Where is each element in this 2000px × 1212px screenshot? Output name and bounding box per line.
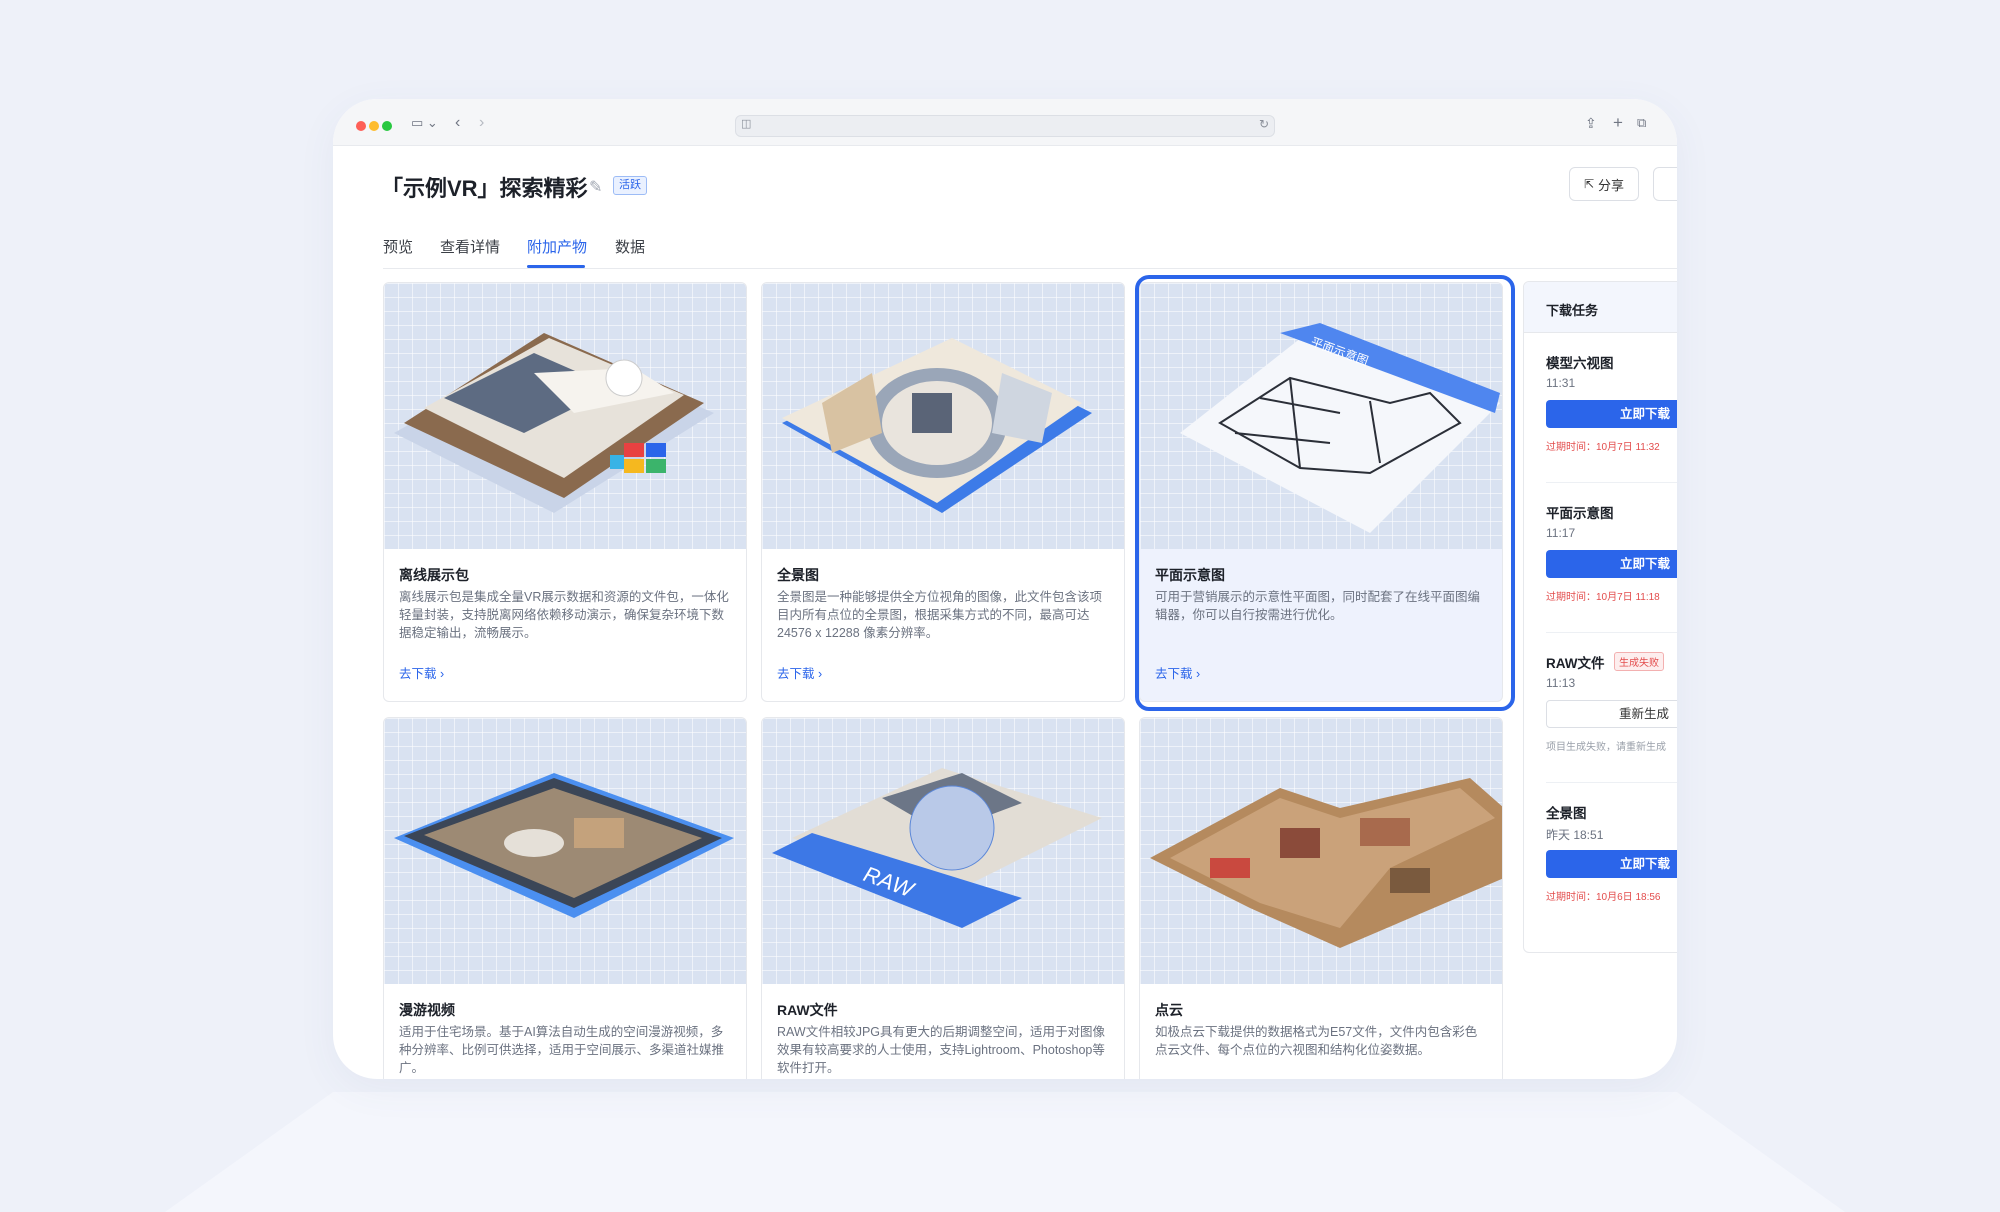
new-tab-icon[interactable]: +: [1613, 113, 1623, 133]
tab-details[interactable]: 查看详情: [440, 236, 500, 257]
minimize-window-dot[interactable]: [369, 121, 379, 131]
regenerate-button[interactable]: 重新生成: [1546, 700, 1677, 728]
point-cloud-thumbnail: [1140, 718, 1502, 984]
card-description: RAW文件相较JPG具有更大的后期调整空间，适用于对图像效果有较高要求的人士使用…: [777, 1025, 1106, 1075]
task-name: RAW文件: [1546, 656, 1605, 671]
task-name: 平面示意图: [1546, 506, 1614, 521]
card-walkthrough-video[interactable]: 漫游视频 适用于住宅场景。基于AI算法自动生成的空间漫游视频，多种分辨率、比例可…: [383, 717, 747, 1079]
close-window-dot[interactable]: [356, 121, 366, 131]
download-link[interactable]: 去下载 ›: [777, 663, 822, 682]
download-link[interactable]: 去下载 ›: [399, 663, 444, 682]
card-raw-file[interactable]: RAW RAW文件 RAW文件相较JPG具有更大的后期调整空间，适用于对图像效果…: [761, 717, 1125, 1079]
card-title: 全景图: [777, 567, 819, 583]
sidebar-toggle-icon[interactable]: ▭ ⌄: [411, 113, 438, 133]
failed-badge: 生成失败: [1614, 652, 1664, 671]
card-description: 如极点云下载提供的数据格式为E57文件，文件内包含彩色点云文件、每个点位的六视图…: [1155, 1025, 1478, 1057]
more-button[interactable]: [1653, 167, 1677, 201]
status-badge: 活跃: [613, 176, 647, 195]
share-button-label: 分享: [1598, 177, 1625, 193]
card-title: 点云: [1155, 1002, 1183, 1018]
page-title: 「示例VR」探索精彩: [381, 176, 588, 201]
offline-package-thumbnail: [384, 283, 746, 549]
card-description: 离线展示包是集成全量VR展示数据和资源的文件包，一体化轻量封装，支持脱离网络依赖…: [399, 590, 729, 640]
task-name: 模型六视图: [1546, 356, 1614, 371]
download-now-button[interactable]: 立即下载: [1546, 850, 1677, 878]
card-offline-package[interactable]: 离线展示包 离线展示包是集成全量VR展示数据和资源的文件包，一体化轻量封装，支持…: [383, 282, 747, 702]
divider: [1546, 632, 1677, 633]
raw-file-thumbnail: RAW: [762, 718, 1124, 984]
card-title: RAW文件: [777, 1002, 838, 1018]
walkthrough-video-thumbnail: [384, 718, 746, 984]
browser-window: ▭ ⌄ ‹ › ◫ ↻ ⇪ + ⧉ 「示例VR」探索精彩 ✎ 活跃 ⇱ 分享 预…: [333, 99, 1677, 1079]
download-tasks-title: 下载任务: [1546, 303, 1599, 318]
task-failure-note: 项目生成失败，请重新生成: [1546, 742, 1666, 753]
task-expiry: 过期时间：10月7日 11:32: [1546, 442, 1660, 453]
card-point-cloud[interactable]: 点云 如极点云下载提供的数据格式为E57文件，文件内包含彩色点云文件、每个点位的…: [1139, 717, 1503, 1079]
task-time: 昨天 18:51: [1546, 828, 1604, 842]
download-now-button[interactable]: 立即下载: [1546, 400, 1677, 428]
task-name: 全景图: [1546, 806, 1587, 821]
divider: [1546, 782, 1677, 783]
task-expiry: 过期时间：10月6日 18:56: [1546, 892, 1661, 903]
task-expiry: 过期时间：10月7日 11:18: [1546, 592, 1660, 603]
share-icon[interactable]: ⇪: [1585, 113, 1597, 133]
edit-icon[interactable]: ✎: [589, 177, 602, 197]
task-time: 11:13: [1546, 676, 1576, 690]
browser-toolbar: ▭ ⌄ ‹ › ◫ ↻ ⇪ + ⧉: [333, 99, 1677, 146]
tab-preview[interactable]: 预览: [383, 236, 413, 257]
card-title: 平面示意图: [1155, 567, 1225, 583]
maximize-window-dot[interactable]: [382, 121, 392, 131]
tabs-overview-icon[interactable]: ⧉: [1637, 113, 1646, 133]
card-description: 适用于住宅场景。基于AI算法自动生成的空间漫游视频，多种分辨率、比例可供选择，适…: [399, 1025, 725, 1075]
tab-data[interactable]: 数据: [615, 236, 645, 257]
card-floor-plan[interactable]: 平面示意图 平面示意图 可用于营销展示的示意性平面图，同时配套了在线平面图编辑器…: [1139, 282, 1503, 702]
tab-addons[interactable]: 附加产物: [527, 236, 587, 257]
address-bar[interactable]: ◫ ↻: [735, 115, 1275, 137]
shield-icon: ◫: [741, 118, 752, 130]
card-panorama[interactable]: 全景图 全景图是一种能够提供全方位视角的图像，此文件包含该项目内所有点位的全景图…: [761, 282, 1125, 702]
task-time: 11:17: [1546, 526, 1576, 540]
task-time: 11:31: [1546, 376, 1576, 390]
tab-divider: [383, 268, 1677, 269]
divider: [1546, 482, 1677, 483]
card-title: 漫游视频: [399, 1002, 455, 1018]
card-description: 可用于营销展示的示意性平面图，同时配套了在线平面图编辑器，你可以自行按需进行优化…: [1155, 590, 1481, 622]
floor-plan-thumbnail: 平面示意图: [1140, 283, 1502, 549]
download-tasks-panel: 下载任务 模型六视图 11:31 立即下载 过期时间：10月7日 11:32 平…: [1523, 281, 1677, 953]
card-description: 全景图是一种能够提供全方位视角的图像，此文件包含该项目内所有点位的全景图，根据采…: [777, 590, 1103, 640]
forward-arrow-icon[interactable]: ›: [479, 113, 484, 133]
external-link-icon: ⇱: [1583, 177, 1595, 191]
download-link[interactable]: 去下载 ›: [1155, 663, 1200, 682]
back-arrow-icon[interactable]: ‹: [455, 113, 460, 133]
download-now-button[interactable]: 立即下载: [1546, 550, 1677, 578]
download-tasks-header: 下载任务: [1524, 282, 1677, 333]
card-title: 离线展示包: [399, 567, 469, 583]
panorama-thumbnail: [762, 283, 1124, 549]
reload-icon[interactable]: ↻: [1259, 117, 1269, 131]
share-button[interactable]: ⇱ 分享: [1569, 167, 1639, 201]
device-stand-backdrop: [165, 1092, 1845, 1212]
